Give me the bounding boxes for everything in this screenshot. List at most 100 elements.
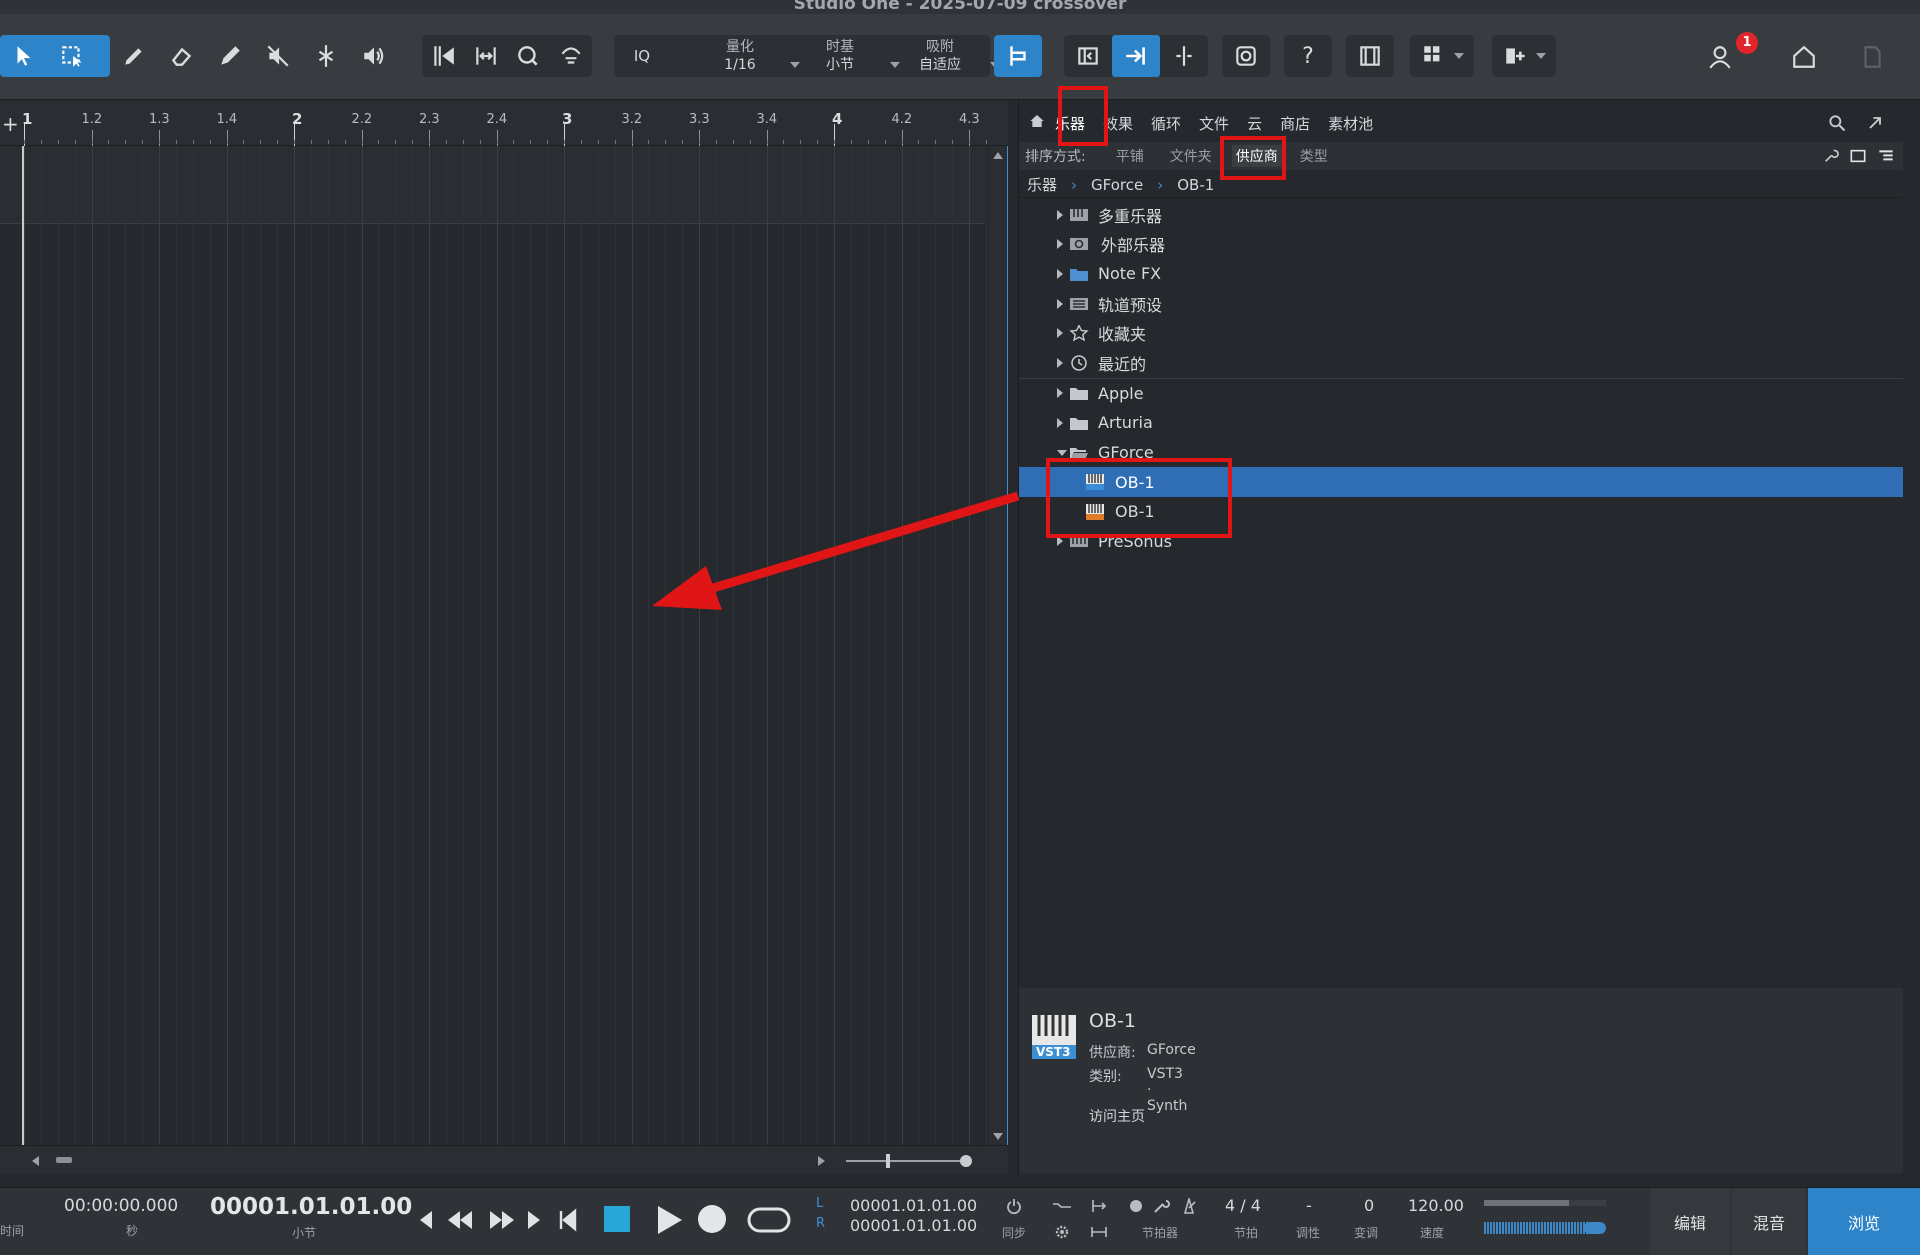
expand-arrow-icon[interactable] (1057, 209, 1063, 220)
horizontal-scrollbar[interactable] (0, 1145, 1008, 1175)
tab-files[interactable]: 文件 (1199, 113, 1229, 134)
expand-arrow-icon[interactable] (1057, 328, 1063, 339)
snap-select[interactable]: 吸附 自适应 (890, 38, 1000, 74)
time-seconds-display[interactable]: 00:00:00.000 (64, 1196, 178, 1216)
loop-button[interactable] (746, 1206, 792, 1234)
key-display[interactable]: - (1306, 1196, 1312, 1215)
autoscroll-icon[interactable] (1112, 35, 1160, 77)
expand-arrow-icon[interactable] (1057, 298, 1063, 309)
zoom-slider[interactable] (846, 1160, 970, 1162)
tree-item-multi-instruments[interactable]: 多重乐器 (1019, 200, 1903, 230)
help-button[interactable]: ? (1284, 35, 1332, 77)
sort-option-type[interactable]: 类型 (1300, 146, 1328, 166)
expand-arrow-icon[interactable] (1057, 388, 1063, 399)
tree-item-track-presets[interactable]: 轨道预设 (1019, 289, 1903, 319)
iq-button[interactable]: IQ (614, 47, 670, 65)
scroll-thumb[interactable] (56, 1157, 72, 1163)
tree-item-apple[interactable]: Apple (1019, 379, 1903, 409)
wrench-icon[interactable] (1823, 148, 1839, 168)
time-signature-display[interactable]: 4 / 4 (1225, 1196, 1261, 1215)
timeline-ruler[interactable]: + 1 1.2 1.3 1.4 2 2.2 2.3 2.4 3 3.2 3.3 3.4 4 4.2 4.3 (0, 100, 1008, 146)
tab-shop[interactable]: 商店 (1280, 113, 1310, 134)
tempo-display[interactable]: 120.00 (1408, 1196, 1464, 1215)
breadcrumb-item[interactable]: 乐器 (1027, 174, 1057, 195)
record-button[interactable] (698, 1205, 726, 1233)
add-panel-select[interactable] (1492, 35, 1556, 77)
browser-home-icon[interactable] (1029, 113, 1045, 133)
time-seconds-unit[interactable]: 秒 (126, 1222, 138, 1239)
page-edit-button[interactable]: 编辑 (1650, 1188, 1730, 1255)
cpu-meter[interactable] (1484, 1200, 1606, 1206)
loop-left-display[interactable]: 00001.01.01.00 (850, 1196, 977, 1215)
scroll-down-icon[interactable] (993, 1133, 1003, 1140)
transpose-display[interactable]: 0 (1364, 1196, 1374, 1215)
inspector-toggle-icon[interactable] (1064, 35, 1112, 77)
tab-cloud[interactable]: 云 (1247, 113, 1262, 134)
settings-gear-icon[interactable] (1054, 1224, 1070, 1240)
power-sync-icon[interactable] (1006, 1198, 1022, 1214)
autopunch-range-icon[interactable] (1090, 1224, 1108, 1240)
preview-pane-icon[interactable] (1849, 148, 1867, 168)
performance-toggle[interactable] (1584, 1222, 1606, 1234)
search-icon[interactable] (1827, 113, 1847, 137)
scroll-up-icon[interactable] (993, 152, 1003, 159)
focus-button[interactable] (1222, 35, 1270, 77)
autopunch-icon[interactable] (550, 35, 593, 77)
listen-tool-icon[interactable] (350, 35, 398, 77)
timebase-select[interactable]: 时基 小节 (790, 38, 900, 74)
video-button[interactable] (1346, 35, 1394, 77)
metronome-settings-icon[interactable] (1152, 1198, 1170, 1214)
sort-option-folder[interactable]: 文件夹 (1170, 146, 1212, 166)
zoom-slider-end[interactable] (960, 1155, 972, 1167)
next-marker-icon[interactable] (524, 1208, 544, 1232)
list-view-icon[interactable] (1877, 148, 1895, 168)
sort-option-flat[interactable]: 平铺 (1116, 146, 1144, 166)
tab-loops[interactable]: 循环 (1151, 113, 1181, 134)
tree-item-arturia[interactable]: Arturia (1019, 408, 1903, 438)
zoom-slider-handle[interactable] (886, 1154, 890, 1168)
quantize-select[interactable]: 量化 1/16 (690, 38, 800, 74)
rewind-icon[interactable] (446, 1208, 474, 1232)
return-to-zero-icon[interactable] (558, 1208, 578, 1232)
position-display[interactable]: 00001.01.01.00 (210, 1194, 412, 1220)
vertical-scrollbar[interactable] (989, 146, 1007, 1146)
follow-edit-icon[interactable] (1160, 35, 1208, 77)
scroll-left-icon[interactable] (32, 1156, 39, 1166)
loop-right-display[interactable]: 00001.01.01.00 (850, 1216, 977, 1235)
page-browse-button[interactable]: 浏览 (1808, 1188, 1920, 1255)
visit-homepage-link[interactable]: 访问主页 (1089, 1106, 1145, 1126)
pencil-tool-icon[interactable] (206, 35, 254, 77)
split-tool-icon[interactable] (302, 35, 350, 77)
expand-arrow-icon[interactable] (1057, 268, 1063, 279)
expand-arrow-icon[interactable] (1057, 357, 1063, 368)
stop-button[interactable] (604, 1206, 630, 1232)
precount-icon[interactable] (1052, 1198, 1072, 1214)
metronome-toggle[interactable] (1130, 1200, 1142, 1212)
tree-item-recent[interactable]: 最近的 (1019, 348, 1903, 378)
grid-layout-select[interactable] (1410, 35, 1474, 77)
tree-item-note-fx[interactable]: Note FX (1019, 259, 1903, 289)
preroll-icon[interactable] (1090, 1198, 1108, 1214)
song-page-icon[interactable] (1848, 36, 1896, 78)
detach-icon[interactable] (1865, 113, 1885, 137)
tab-pool[interactable]: 素材池 (1328, 113, 1373, 134)
scroll-right-icon[interactable] (818, 1156, 825, 1166)
metronome-icon[interactable] (1180, 1198, 1198, 1214)
fast-forward-icon[interactable] (488, 1208, 516, 1232)
range-tool-icon[interactable] (48, 35, 96, 77)
quantize-q-icon[interactable] (507, 35, 550, 77)
play-button[interactable] (654, 1204, 684, 1236)
paint-tool-icon[interactable] (110, 35, 158, 77)
track-area[interactable] (0, 146, 990, 1146)
position-unit[interactable]: 小节 (292, 1224, 316, 1241)
breadcrumb-item[interactable]: OB-1 (1177, 176, 1214, 194)
breadcrumb-item[interactable]: GForce (1091, 176, 1143, 194)
home-icon[interactable] (1780, 36, 1828, 78)
expand-arrow-icon[interactable] (1057, 239, 1063, 250)
eraser-tool-icon[interactable] (158, 35, 206, 77)
expand-arrow-icon[interactable] (1057, 417, 1063, 428)
snap-toggle-button[interactable] (994, 35, 1042, 77)
mute-tool-icon[interactable] (254, 35, 302, 77)
collapse-arrow-icon[interactable] (1057, 449, 1067, 456)
previous-marker-icon[interactable] (416, 1208, 436, 1232)
